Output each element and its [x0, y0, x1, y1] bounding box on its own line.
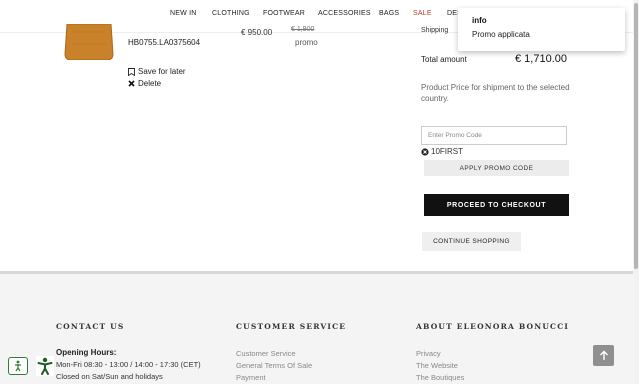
save-for-later-label: Save for later	[138, 67, 186, 76]
accessibility-icon	[15, 360, 21, 372]
nav-item-sale[interactable]: SALE	[413, 10, 432, 17]
nav-item-bags[interactable]: BAGS	[379, 10, 399, 17]
toast-message: Promo applicata	[472, 30, 530, 39]
contact-heading: CONTACT US	[56, 322, 125, 331]
delete-link[interactable]: Delete	[128, 79, 161, 88]
footer-link-customer-service[interactable]: Customer Service	[236, 349, 296, 358]
nav-item-new-in[interactable]: NEW IN	[170, 10, 196, 17]
opening-hours: Mon-Fri 08:30 - 13:00 / 14:00 - 17:30 (C…	[56, 360, 201, 369]
accessibility-toggle-button[interactable]	[8, 357, 28, 375]
remove-code-icon[interactable]	[421, 147, 429, 156]
footer-link-terms[interactable]: General Terms Of Sale	[236, 361, 312, 370]
nav-item-accessories[interactable]: ACCESSORIES	[318, 10, 371, 17]
total-value: € 1,710.00	[515, 53, 567, 65]
total-label: Total amount	[421, 55, 467, 64]
opening-hours-label: Opening Hours:	[56, 348, 117, 357]
accessibility-person-icon	[37, 357, 53, 375]
toast-title: info	[472, 16, 487, 25]
save-for-later-link[interactable]: Save for later	[128, 67, 186, 76]
back-to-top-button[interactable]	[593, 345, 614, 366]
closed-days: Closed on Sat/Sun and holidays	[56, 372, 163, 381]
product-price: € 950.00	[241, 28, 273, 37]
nav-item-clothing[interactable]: CLOTHING	[212, 10, 250, 17]
proceed-to-checkout-button[interactable]: PROCEED TO CHECKOUT	[424, 194, 569, 216]
footer-link-privacy[interactable]: Privacy	[416, 349, 441, 358]
customer-service-heading: CUSTOMER SERVICE	[236, 322, 347, 331]
product-image[interactable]	[63, 24, 115, 60]
applied-promo-code: 10FIRST	[421, 147, 463, 156]
about-heading: ABOUT ELEONORA BONUCCI	[416, 322, 570, 331]
page-scrollbar[interactable]	[633, 0, 639, 384]
footer-link-boutiques[interactable]: The Boutiques	[416, 373, 464, 382]
shipping-note: Product Price for shipment to the select…	[421, 83, 570, 103]
promo-tag: promo	[295, 38, 318, 47]
info-toast[interactable]: info Promo applicata	[458, 8, 625, 51]
close-icon	[128, 80, 135, 87]
footer: CONTACT US CUSTOMER SERVICE ABOUT ELEONO…	[0, 271, 633, 384]
scrollbar-thumb[interactable]	[634, 3, 638, 269]
footer-link-payment[interactable]: Payment	[236, 373, 266, 382]
accessibility-menu-button[interactable]	[36, 356, 54, 376]
product-sku: HB0755.LA0375604	[128, 38, 201, 47]
continue-shopping-button[interactable]: CONTINUE SHOPPING	[422, 232, 521, 251]
shipping-label: Shipping	[421, 27, 449, 34]
applied-code-label: 10FIRST	[431, 147, 464, 156]
footer-link-website[interactable]: The Website	[416, 361, 458, 370]
delete-label: Delete	[138, 79, 162, 88]
arrow-up-icon	[599, 350, 608, 360]
promo-code-input[interactable]	[421, 126, 567, 145]
apply-promo-button[interactable]: APPLY PROMO CODE	[424, 160, 569, 176]
product-price-original: € 1,900	[291, 26, 315, 33]
bookmark-icon	[128, 67, 135, 76]
nav-item-footwear[interactable]: FOOTWEAR	[263, 10, 305, 17]
